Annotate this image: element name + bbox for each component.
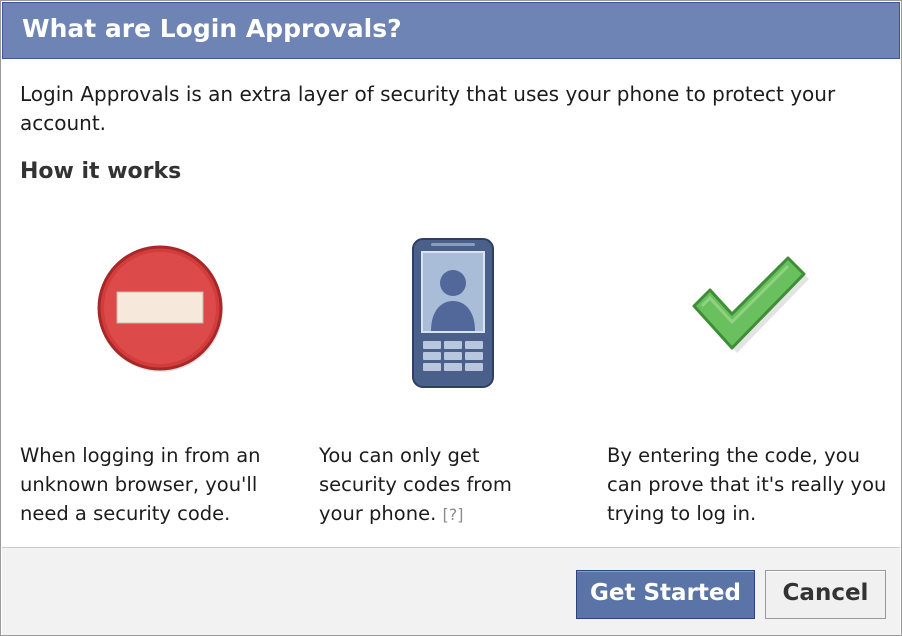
step-3-text: By entering the code, you can prove that… xyxy=(607,444,887,525)
dialog-footer: Get Started Cancel xyxy=(2,547,900,635)
get-started-button[interactable]: Get Started xyxy=(576,570,755,619)
phone-icon xyxy=(411,237,495,389)
no-entry-icon xyxy=(96,244,230,378)
cancel-button[interactable]: Cancel xyxy=(765,570,886,619)
login-approvals-dialog: What are Login Approvals? Login Approval… xyxy=(0,0,902,636)
dialog-titlebar: What are Login Approvals? xyxy=(2,2,900,59)
intro-text: Login Approvals is an extra layer of sec… xyxy=(20,82,836,135)
dialog-title: What are Login Approvals? xyxy=(22,14,402,43)
help-link[interactable]: [?] xyxy=(442,505,463,524)
step-2-text: You can only get security codes from you… xyxy=(319,441,559,529)
step-2-label: You can only get security codes from you… xyxy=(319,444,512,525)
step-1-text: When logging in from an unknown browser,… xyxy=(20,444,261,525)
checkmark-icon xyxy=(688,254,814,360)
section-heading: How it works xyxy=(20,159,182,184)
